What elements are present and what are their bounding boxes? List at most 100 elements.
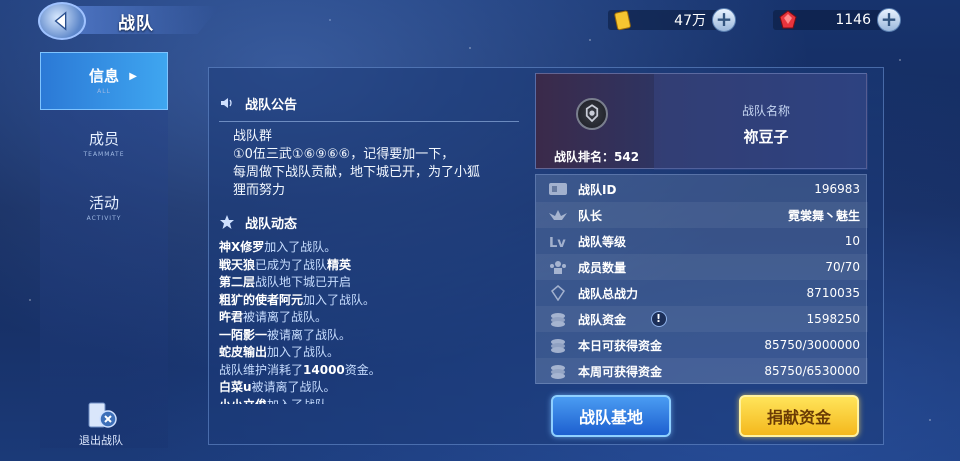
star-icon <box>220 215 234 229</box>
stat-label: 战队总战力 <box>578 286 639 301</box>
gold-bar-icon <box>614 10 631 31</box>
stat-label: 战队等级 <box>578 234 627 249</box>
stat-row: 成员数量 70/70 <box>536 254 868 280</box>
stat-row: 战队ID 196983 <box>536 176 868 202</box>
add-gold-button[interactable]: + <box>712 8 736 32</box>
top-bar: 战队 47万 + 1146 + <box>0 0 960 42</box>
quit-door-icon <box>84 398 118 432</box>
feed-action: 被请离了战队。 <box>251 380 336 394</box>
feed-action: 加入了战队。 <box>267 345 340 359</box>
feed-row: 蛇皮输出加入了战队。 <box>219 344 519 362</box>
team-name-strip <box>654 74 868 170</box>
notice-text: 战队群 ①0伍三武①⑥⑨⑥⑥，记得要加一下， 每周做下战队贡献，地下城已开，为了… <box>233 128 513 200</box>
level-icon: Lv <box>549 236 566 249</box>
tab-members[interactable]: 成员 TEAMMATE <box>40 116 168 174</box>
feed-row: 粗犷的使者阿元加入了战队。 <box>219 292 519 310</box>
stat-label: 本日可获得资金 <box>578 338 663 353</box>
quit-team-button[interactable]: 退出战队 <box>72 398 130 448</box>
team-card: 战队排名：542 战队名称 祢豆子 <box>535 73 868 170</box>
tab-info-sub: ALL <box>97 88 111 95</box>
notice-heading: 战队公告 <box>245 97 298 113</box>
speaker-icon <box>221 98 232 108</box>
quit-team-label: 退出战队 <box>79 434 123 447</box>
notice-line: 每周做下战队贡献，地下城已开，为了小狐 <box>233 165 481 180</box>
feed-row: 小小立俊加入了战队。 <box>219 397 519 405</box>
tab-info[interactable]: 信息 ALL ▶ <box>40 52 168 110</box>
feed-highlight: 14000 <box>303 362 345 377</box>
coins-icon <box>551 313 565 327</box>
donate-funds-button[interactable]: 捐献资金 <box>739 395 859 437</box>
add-gem-button[interactable]: + <box>877 8 901 32</box>
side-nav: 信息 ALL ▶ 成员 TEAMMATE 活动 ACTIVITY <box>40 52 168 448</box>
stat-label: 战队ID <box>578 182 617 197</box>
feed-member-name: 第二层 <box>219 275 256 289</box>
feed-row: 旿君被请离了战队。 <box>219 309 519 327</box>
feed-member-name: 粗犷的使者阿元 <box>219 292 304 307</box>
stat-row: Lv 战队等级 10 <box>536 228 868 254</box>
tab-activity[interactable]: 活动 ACTIVITY <box>40 180 168 238</box>
feed-member-name: 戦天狼 <box>219 257 256 272</box>
stat-row: 战队资金! 1598250 <box>536 306 868 332</box>
feed-action: 已成为了战队 <box>255 257 328 272</box>
notice-line: 狸而努力 <box>233 183 286 198</box>
tab-info-label: 信息 <box>88 67 119 85</box>
team-stats-table: 战队ID 196983 队长 霓裳舞丶魅生 Lv 战队等级 10 成员数量 70/70 战队总战力… <box>535 174 868 384</box>
stat-label: 成员数量 <box>578 260 627 275</box>
team-base-button[interactable]: 战队基地 <box>551 395 671 437</box>
announcement-column: 战队公告 战队群 ①0伍三武①⑥⑨⑥⑥，记得要加一下， 每周做下战队贡献，地下城… <box>219 93 519 404</box>
chevron-right-icon: ▶ <box>129 71 137 82</box>
stat-value: 196983 <box>814 182 860 196</box>
svg-text:Lv: Lv <box>549 236 566 249</box>
feed-member-name: 小小立俊 <box>219 398 267 405</box>
gold-currency: 47万 + <box>608 8 736 32</box>
feed-action: 加入了战队。 <box>267 398 339 405</box>
notice-line: 战队群 <box>233 129 273 144</box>
feed-action: 战队维护消耗了 <box>219 362 304 377</box>
feed-action: 战队地下城已开启 <box>255 275 352 289</box>
stat-row: 本日可获得资金 85750/3000000 <box>536 332 868 358</box>
feed-row: 战队维护消耗了14000资金。 <box>219 362 519 380</box>
stat-row: 战队总战力 8710035 <box>536 280 868 306</box>
feed-action: 被请离了战队。 <box>267 327 352 342</box>
feed-member-name: 旿君 <box>219 310 244 324</box>
back-arrow-icon <box>54 11 67 31</box>
page-title: 战队 <box>118 14 154 34</box>
tab-activity-label: 活动 <box>88 194 119 212</box>
coins-icon <box>551 339 565 353</box>
stat-value: 85750/3000000 <box>764 338 860 352</box>
gold-value: 47万 <box>674 13 706 29</box>
feed-member-name: 蛇皮输出 <box>219 345 268 359</box>
feed-row: 戦天狼已成为了战队精英 <box>219 257 519 275</box>
team-name: 祢豆子 <box>743 128 789 146</box>
info-panel: 战队公告 战队群 ①0伍三武①⑥⑨⑥⑥，记得要加一下， 每周做下战队贡献，地下城… <box>208 67 884 445</box>
stat-value: 85750/6530000 <box>764 364 860 378</box>
stat-label: 战队资金 <box>578 312 627 327</box>
notice-line: ①0伍三武①⑥⑨⑥⑥，记得要加一下， <box>233 147 455 162</box>
stat-value: 8710035 <box>806 286 860 300</box>
stat-row: 队长 霓裳舞丶魅生 <box>536 202 868 228</box>
stat-label: 本周可获得资金 <box>578 364 663 379</box>
funds-alert-icon[interactable]: ! <box>650 311 667 327</box>
tab-members-sub: TEAMMATE <box>83 151 125 158</box>
power-icon <box>551 285 565 301</box>
feed-action: 加入了战队。 <box>264 240 337 254</box>
coins-icon <box>551 365 565 379</box>
notice-divider <box>219 121 519 122</box>
feed-member-name: 白菜u <box>219 380 252 394</box>
team-name-label: 战队名称 <box>741 104 790 118</box>
feed-member-name: 一陌影一 <box>219 327 268 342</box>
tab-activity-sub: ACTIVITY <box>86 215 122 222</box>
captain-wings-icon <box>549 210 567 220</box>
feed-row: 白菜u被请离了战队。 <box>219 379 519 397</box>
feed-highlight: 精英 <box>327 257 352 272</box>
team-emblem-icon <box>576 98 608 130</box>
feed-header: 战队动态 <box>219 212 519 232</box>
red-gem-icon <box>779 10 797 29</box>
stat-row: 本周可获得资金 85750/6530000 <box>536 358 868 384</box>
notice-header: 战队公告 <box>219 93 519 113</box>
activity-feed[interactable]: 神X修罗加入了战队。 戦天狼已成为了战队精英 第二层战队地下城已开启 粗犷的使者阿元加… <box>219 239 519 404</box>
back-button[interactable] <box>38 2 86 40</box>
feed-action: 被请离了战队。 <box>243 310 328 324</box>
stat-value: 霓裳舞丶魅生 <box>787 208 860 223</box>
feed-action: 加入了战队。 <box>303 292 376 307</box>
